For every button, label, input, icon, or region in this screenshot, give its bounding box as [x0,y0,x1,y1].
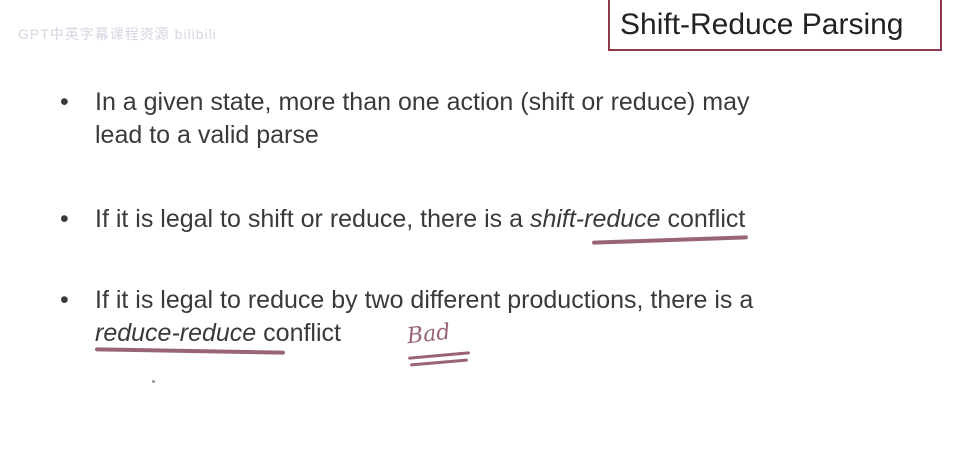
ink-underline [591,235,749,245]
watermark: GPT中英字幕课程资源 bilibili [18,26,217,42]
title-box: Shift-Reduce Parsing [608,0,942,51]
pointer-dot [152,380,155,383]
bullet-text: If it is legal to shift or reduce, there… [95,205,746,233]
bullet-dot: • [60,88,69,116]
handwritten-annotation: Bad [405,319,452,350]
bullet-dot: • [60,286,69,314]
ink-underline [409,358,469,367]
slide-title: Shift-Reduce Parsing [620,8,904,41]
bullet-dot: • [60,205,69,233]
emphasis: shift-reduce [529,205,661,233]
bullet-text: In a given state, more than one action (… [95,88,750,149]
emphasis: reduce-reduce [95,319,257,347]
